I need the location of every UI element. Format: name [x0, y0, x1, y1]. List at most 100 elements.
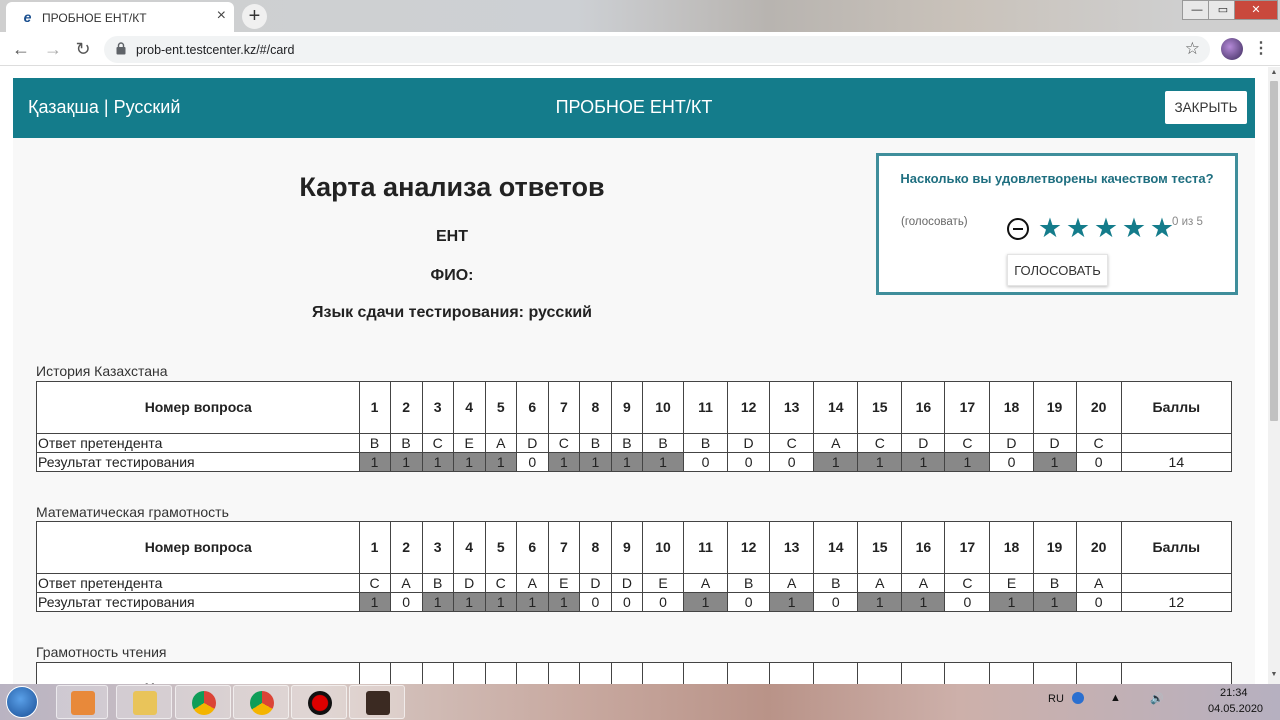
- lang-russian-link[interactable]: Русский: [114, 97, 181, 117]
- answer-cell: B: [578, 433, 612, 453]
- question-number-cell: 11: [683, 521, 729, 574]
- star-icon[interactable]: ★: [1120, 214, 1148, 242]
- question-number-cell: [421, 662, 454, 684]
- result-cell: 0: [769, 452, 815, 472]
- reload-icon[interactable]: ↻: [72, 38, 94, 60]
- answers-table: Номер вопроса 1 2 3 4 5 6 7 8 9 10 11 12 13 14 15 16 17 18…: [36, 521, 1233, 612]
- taskbar-media-player[interactable]: [56, 685, 108, 719]
- result-cell: 0: [727, 452, 771, 472]
- answer-cell: B: [641, 433, 685, 453]
- new-tab-button[interactable]: +: [242, 4, 267, 29]
- result-cell: 1: [358, 452, 391, 472]
- language-switcher: Қазақша | Русский: [28, 97, 180, 118]
- tab-close-icon[interactable]: ×: [217, 8, 226, 24]
- result-cell: 0: [989, 452, 1034, 472]
- question-number-cell: 4: [452, 521, 486, 574]
- taskbar-app[interactable]: [349, 685, 405, 719]
- result-cell: 0: [610, 592, 643, 612]
- table-row: Номер вопроса: [36, 662, 1233, 684]
- forward-arrow-icon[interactable]: →: [42, 38, 64, 60]
- star-icon[interactable]: ★: [1064, 214, 1092, 242]
- answer-cell: D: [901, 433, 946, 453]
- question-number-cell: 14: [813, 381, 859, 434]
- show-hidden-icons-icon[interactable]: ▲: [1110, 692, 1121, 704]
- question-number-cell: 14: [813, 521, 859, 574]
- question-number-cell: [389, 662, 423, 684]
- star-icon[interactable]: ★: [1092, 214, 1120, 242]
- answer-cell: A: [484, 433, 517, 453]
- answer-cell: A: [389, 573, 423, 593]
- bookmark-star-icon[interactable]: ☆: [1185, 39, 1200, 59]
- star-icon[interactable]: ★: [1036, 214, 1064, 242]
- scroll-thumb[interactable]: [1270, 81, 1278, 421]
- question-number-cell: 15: [857, 521, 903, 574]
- result-cell: 1: [813, 452, 859, 472]
- input-language[interactable]: RU: [1048, 693, 1064, 705]
- rating-survey: Насколько вы удовлетворены качеством тес…: [876, 153, 1238, 295]
- start-button[interactable]: [6, 686, 38, 718]
- survey-question: Насколько вы удовлетворены качеством тес…: [900, 171, 1214, 186]
- taskbar-explorer[interactable]: [116, 685, 172, 719]
- answer-cell: D: [452, 573, 486, 593]
- answer-cell: C: [857, 433, 903, 453]
- score-header: Баллы: [1120, 381, 1233, 434]
- tab-title: ПРОБНОЕ ЕНТ/КТ: [42, 11, 147, 25]
- taskbar-chrome-1[interactable]: [175, 685, 231, 719]
- clock-time[interactable]: 21:34: [1220, 687, 1248, 699]
- answer-cell: D: [727, 433, 771, 453]
- result-cell: 1: [857, 452, 903, 472]
- answer-score-cell: [1120, 433, 1233, 453]
- record-icon: [308, 691, 332, 715]
- question-number-cell: [515, 662, 549, 684]
- question-number-cell: 8: [578, 381, 612, 434]
- folder-icon: [133, 691, 157, 715]
- help-icon[interactable]: [1072, 692, 1084, 704]
- answer-cell: E: [989, 573, 1034, 593]
- result-row-label: Результат тестирования: [36, 592, 360, 612]
- lock-icon: [116, 42, 126, 55]
- windows-taskbar: RU ▲ 🔊 21:34 04.05.2020: [0, 684, 1280, 720]
- answer-cell: C: [547, 433, 580, 453]
- profile-avatar[interactable]: [1221, 38, 1243, 60]
- total-score: 14: [1120, 452, 1233, 472]
- question-number-cell: [769, 662, 815, 684]
- question-number-cell: [547, 662, 580, 684]
- clock-date[interactable]: 04.05.2020: [1208, 703, 1263, 715]
- browser-tabstrip: e ПРОБНОЕ ЕНТ/КТ × + — ▭ ✕: [0, 0, 1280, 32]
- answer-cell: E: [547, 573, 580, 593]
- answer-cell: A: [683, 573, 729, 593]
- lang-kazakh-link[interactable]: Қазақша: [28, 97, 99, 117]
- result-cell: 1: [641, 452, 685, 472]
- rating-stars: ★ ★ ★ ★ ★: [1036, 214, 1176, 242]
- result-cell: 0: [1075, 592, 1122, 612]
- taskbar-recorder[interactable]: [291, 685, 347, 719]
- site-favicon-icon: e: [23, 9, 32, 25]
- result-cell: 1: [452, 592, 486, 612]
- answer-row-label: Ответ претендента: [36, 573, 360, 593]
- reset-rating-icon[interactable]: [1007, 218, 1029, 240]
- table-row: Номер вопроса 1 2 3 4 5 6 7 8 9 10 11 12 13 14 15 16 17 18…: [36, 381, 1233, 434]
- volume-icon[interactable]: 🔊: [1150, 692, 1164, 705]
- scroll-up-icon[interactable]: ▲: [1270, 69, 1278, 79]
- close-button[interactable]: ЗАКРЫТЬ: [1165, 91, 1247, 124]
- browser-tab[interactable]: e ПРОБНОЕ ЕНТ/КТ ×: [6, 2, 234, 32]
- browser-menu-icon[interactable]: ⋮: [1253, 38, 1269, 58]
- back-arrow-icon[interactable]: ←: [10, 38, 32, 60]
- question-number-cell: [1075, 662, 1122, 684]
- result-cell: 1: [421, 452, 454, 472]
- taskbar-chrome-2[interactable]: [233, 685, 289, 719]
- page-viewport: Қазақша | Русский ПРОБНОЕ ЕНТ/КТ ЗАКРЫТЬ…: [0, 67, 1268, 684]
- app-icon: [366, 691, 390, 715]
- window-close-button[interactable]: ✕: [1234, 0, 1278, 20]
- vote-button[interactable]: ГОЛОСОВАТЬ: [1007, 254, 1108, 286]
- address-bar[interactable]: prob-ent.testcenter.kz/#/card ☆: [104, 36, 1210, 63]
- answer-cell: D: [1032, 433, 1077, 453]
- question-number-cell: 19: [1032, 521, 1077, 574]
- page-scrollbar[interactable]: ▲ ▼: [1268, 67, 1280, 684]
- scroll-down-icon[interactable]: ▼: [1270, 671, 1278, 681]
- result-cell: 1: [547, 592, 580, 612]
- question-number-cell: 4: [452, 381, 486, 434]
- answer-row-label: Ответ претендента: [36, 433, 360, 453]
- answer-cell: E: [452, 433, 486, 453]
- result-cell: 1: [1032, 452, 1077, 472]
